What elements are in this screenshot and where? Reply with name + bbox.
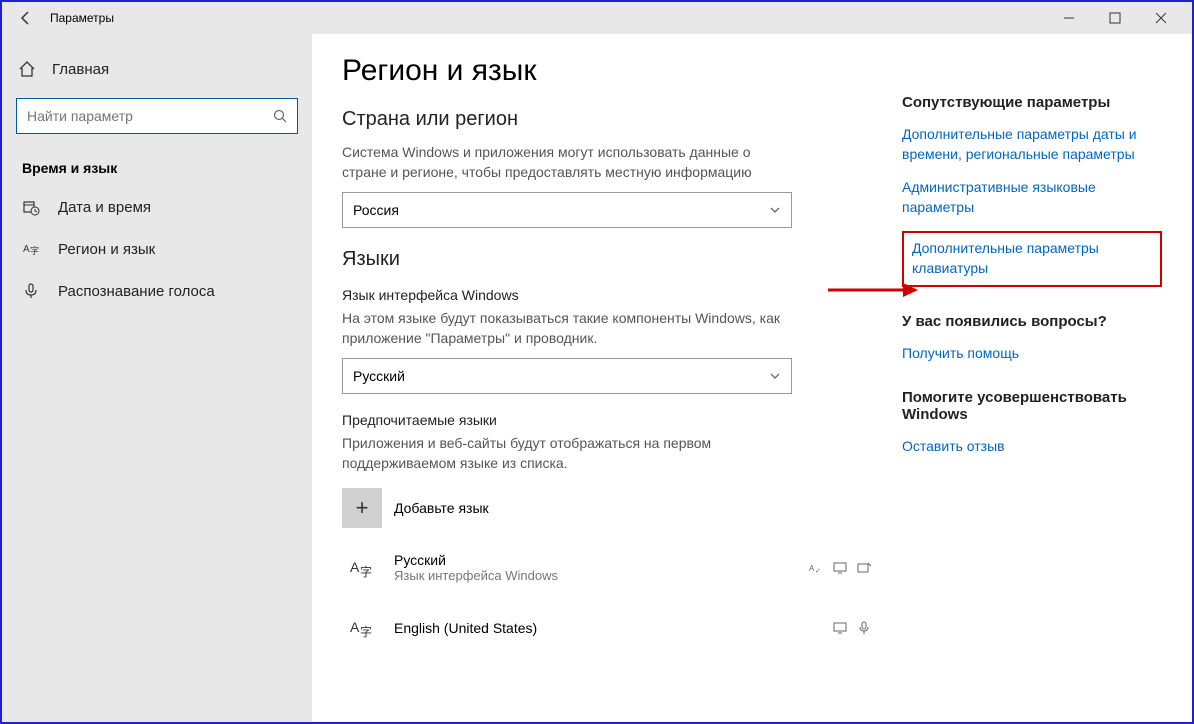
display-icon [832, 620, 848, 636]
search-input[interactable] [27, 108, 273, 124]
sidebar-item-region-language[interactable]: A字 Регион и язык [8, 228, 306, 270]
page-title: Регион и язык [342, 54, 872, 88]
highlighted-link-box: Дополнительные параметры клавиатуры [902, 231, 1162, 286]
plus-icon: + [342, 488, 382, 528]
questions-heading: У вас появились вопросы? [902, 313, 1162, 330]
svg-text:A: A [350, 619, 360, 635]
link-admin-language-settings[interactable]: Административные языковые параметры [902, 178, 1162, 217]
language-item-russian[interactable]: A字 Русский Язык интерфейса Windows A✓ [342, 548, 872, 588]
home-label: Главная [52, 61, 109, 78]
language-name: English (United States) [394, 620, 832, 636]
preferred-lang-desc: Приложения и веб-сайты будут отображатьс… [342, 434, 792, 473]
sidebar-item-speech[interactable]: Распознавание голоса [8, 270, 306, 312]
link-date-time-settings[interactable]: Дополнительные параметры даты и времени,… [902, 125, 1162, 164]
link-keyboard-settings[interactable]: Дополнительные параметры клавиатуры [912, 239, 1152, 278]
languages-heading: Языки [342, 248, 872, 271]
voice-icon [856, 620, 872, 636]
link-get-help[interactable]: Получить помощь [902, 344, 1162, 364]
search-box[interactable] [16, 98, 298, 134]
microphone-icon [22, 282, 42, 300]
language-feature-icons: A✓ [808, 560, 872, 576]
improve-heading: Помогите усовершенствовать Windows [902, 389, 1162, 423]
sidebar: Главная Время и язык Дата и время A字 Рег… [2, 34, 312, 722]
language-subtitle: Язык интерфейса Windows [394, 568, 808, 583]
svg-text:A: A [350, 559, 360, 575]
minimize-button[interactable] [1046, 2, 1092, 34]
display-icon [832, 560, 848, 576]
chevron-down-icon [769, 370, 781, 382]
handwriting-icon [856, 560, 872, 576]
sidebar-section-title: Время и язык [8, 150, 306, 186]
language-glyph-icon: A字 [342, 608, 382, 648]
svg-text:✓: ✓ [815, 568, 821, 575]
close-button[interactable] [1138, 2, 1184, 34]
chevron-down-icon [769, 204, 781, 216]
display-lang-dropdown[interactable]: Русский [342, 358, 792, 394]
language-icon: A字 [22, 240, 42, 258]
related-heading: Сопутствующие параметры [902, 94, 1162, 111]
svg-text:字: 字 [360, 564, 372, 579]
sidebar-item-date-time[interactable]: Дата и время [8, 186, 306, 228]
calendar-clock-icon [22, 198, 42, 216]
spellcheck-icon: A✓ [808, 560, 824, 576]
language-name: Русский [394, 552, 808, 568]
display-lang-desc: На этом языке будут показываться такие к… [342, 309, 792, 348]
sidebar-item-label: Регион и язык [58, 241, 155, 258]
window-title: Параметры [50, 11, 114, 25]
language-glyph-icon: A字 [342, 548, 382, 588]
add-language-button[interactable]: + Добавьте язык [342, 488, 872, 528]
titlebar: Параметры [2, 2, 1192, 34]
add-language-label: Добавьте язык [394, 500, 489, 516]
region-dropdown[interactable]: Россия [342, 192, 792, 228]
back-button[interactable] [10, 2, 42, 34]
sidebar-item-label: Дата и время [58, 199, 151, 216]
preferred-lang-heading: Предпочитаемые языки [342, 412, 872, 428]
region-value: Россия [353, 202, 399, 218]
link-feedback[interactable]: Оставить отзыв [902, 437, 1162, 457]
svg-text:字: 字 [30, 245, 39, 256]
language-feature-icons [832, 620, 872, 636]
svg-text:字: 字 [360, 624, 372, 639]
svg-text:A: A [23, 244, 30, 255]
related-pane: Сопутствующие параметры Дополнительные п… [902, 54, 1162, 702]
home-nav[interactable]: Главная [8, 50, 306, 88]
language-item-english[interactable]: A字 English (United States) [342, 608, 872, 648]
display-lang-value: Русский [353, 368, 405, 384]
region-description: Система Windows и приложения могут испол… [342, 143, 792, 182]
home-icon [18, 60, 38, 78]
search-icon [273, 109, 287, 123]
region-heading: Страна или регион [342, 108, 872, 131]
sidebar-item-label: Распознавание голоса [58, 283, 215, 300]
main-content: Регион и язык Страна или регион Система … [342, 54, 872, 702]
maximize-button[interactable] [1092, 2, 1138, 34]
display-lang-label: Язык интерфейса Windows [342, 287, 872, 303]
